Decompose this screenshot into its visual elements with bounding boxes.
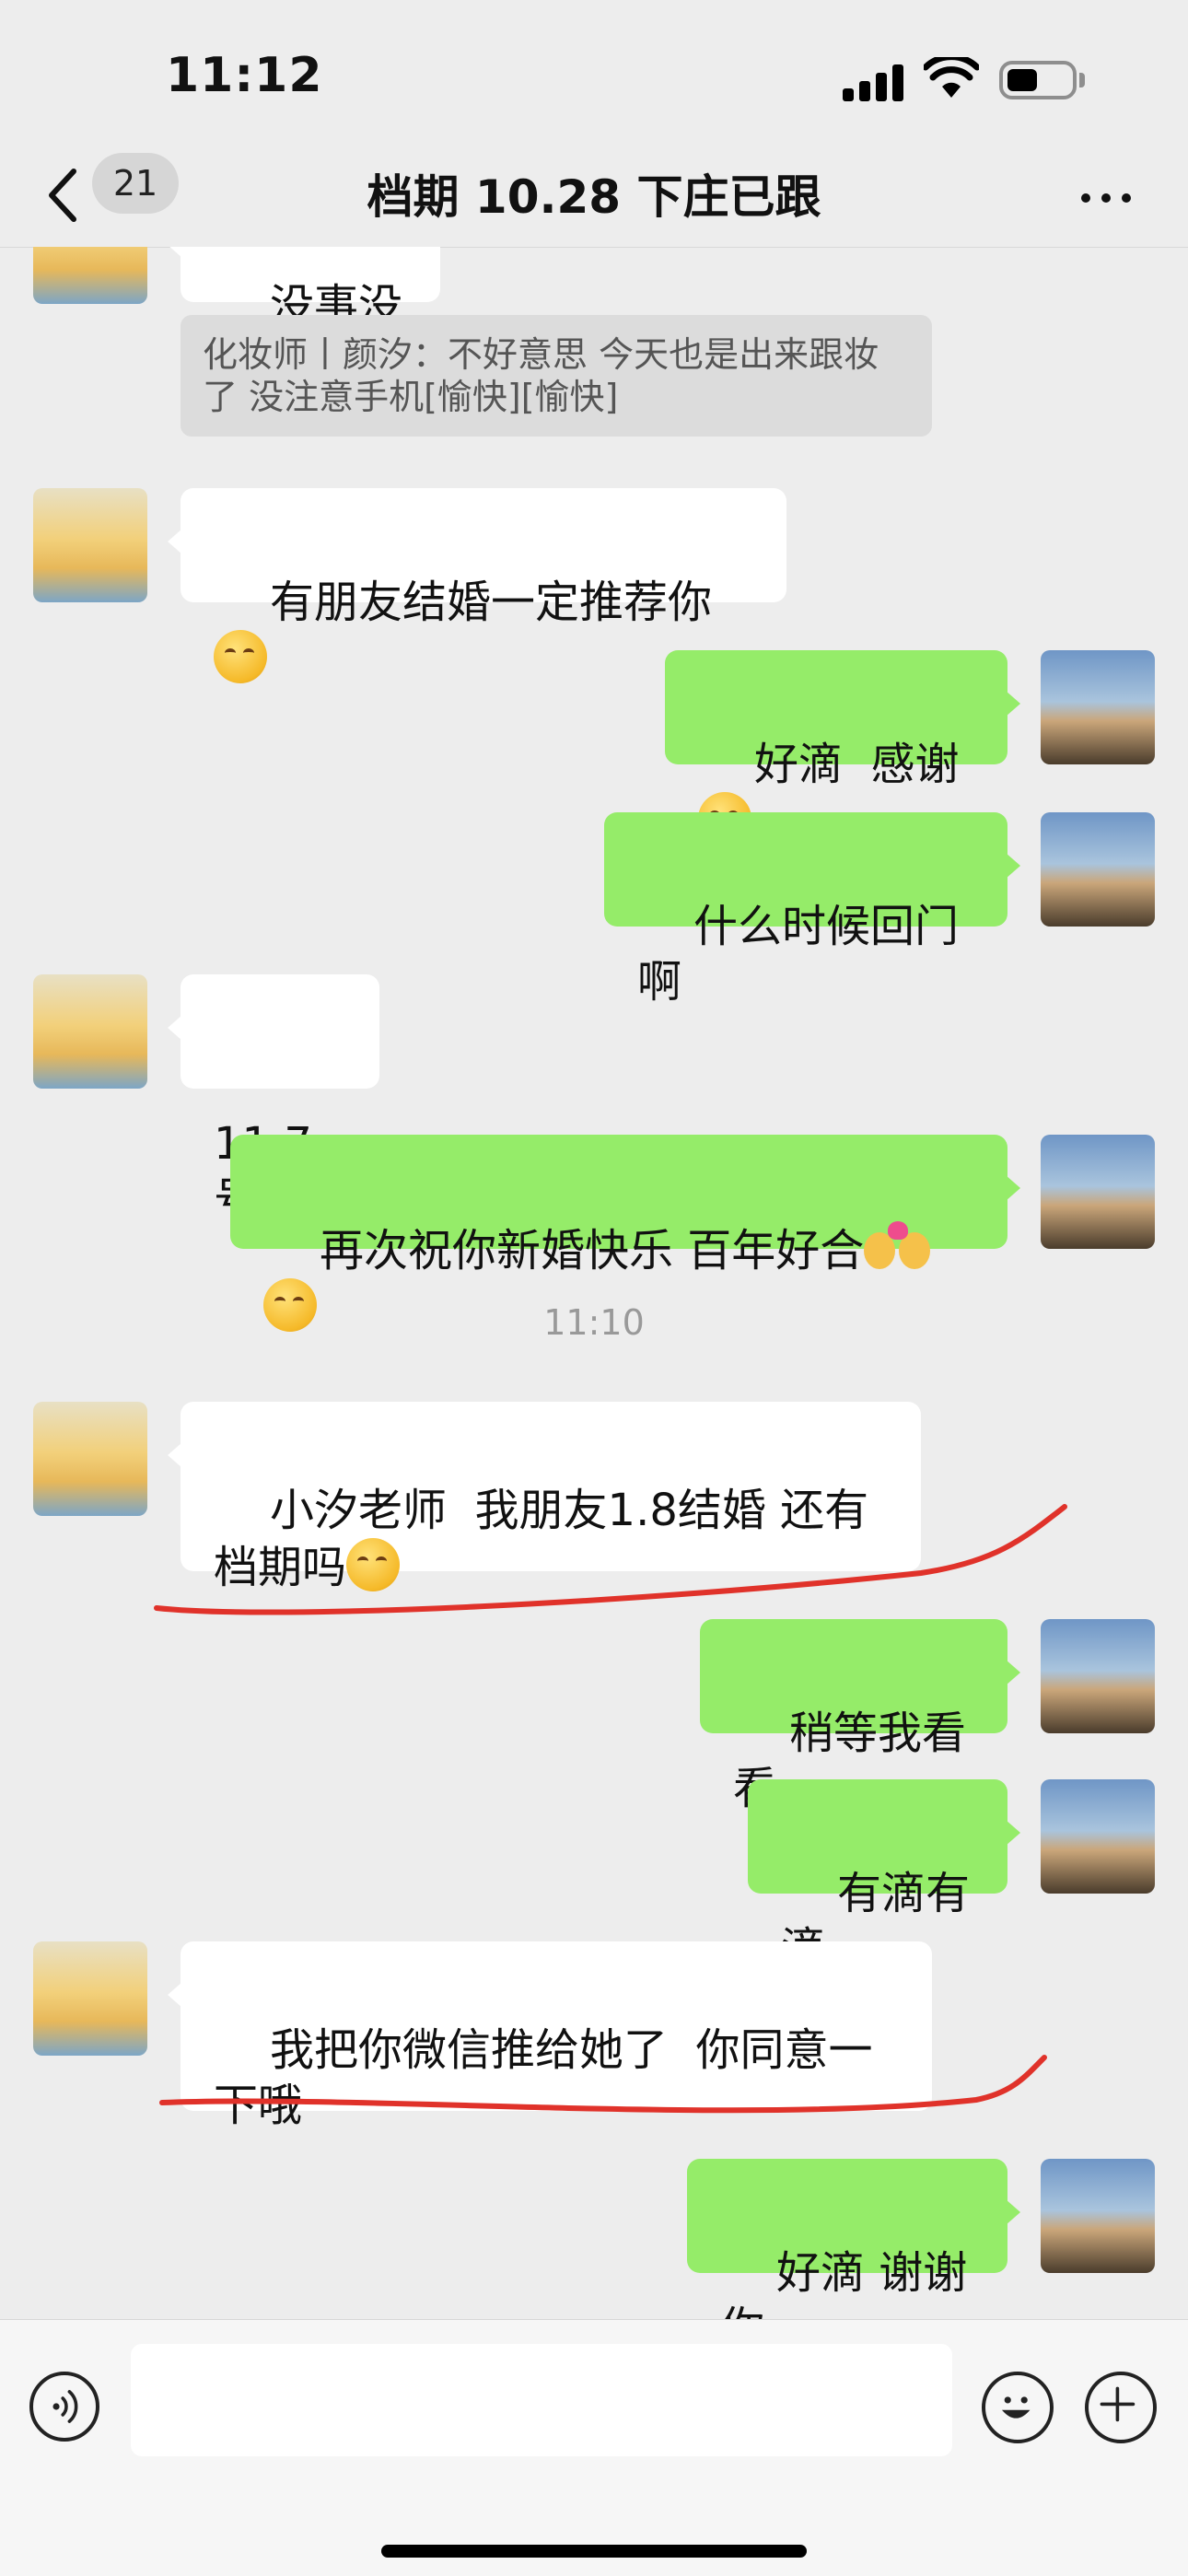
my-avatar[interactable] [1041,2159,1155,2273]
message-bubble-outgoing[interactable]: 再次祝你新婚快乐 百年好合 [230,1135,1020,1332]
friend-avatar[interactable] [33,1941,147,2056]
message-bubble-incoming[interactable]: 有朋友结婚一定推荐你 [168,488,786,683]
input-bar [0,2319,1188,2576]
chat-title: 档期 10.28 下庄已跟 [367,170,821,224]
my-avatar[interactable] [1041,650,1155,764]
message-bubble-outgoing[interactable]: 稍等我看看 [700,1619,1020,1814]
wifi-icon [924,57,979,98]
chat-header: 档期 10.28 下庄已跟 [0,147,1188,248]
message-bubble-incoming[interactable]: 我把你微信推给她了 你同意一下哦 [168,1941,932,2131]
cellular-signal-icon [843,64,907,101]
my-avatar[interactable] [1041,1779,1155,1894]
more-options-icon[interactable] [1074,181,1138,214]
voice-input-icon[interactable] [29,2372,99,2442]
kiss-couple-emoji-icon [864,1221,931,1275]
friend-avatar[interactable] [33,1402,147,1516]
friend-avatar[interactable] [33,488,147,602]
my-avatar[interactable] [1041,1135,1155,1249]
message-bubble-outgoing[interactable]: 好滴 谢谢你 [687,2159,1020,2319]
thinking-face-emoji-icon [346,1538,401,1591]
message-bubble-incoming[interactable]: 没事没事 [168,247,440,387]
my-avatar[interactable] [1041,812,1155,927]
plus-more-icon[interactable] [1085,2372,1157,2443]
message-input[interactable] [131,2344,952,2456]
quoted-message[interactable]: 化妆师丨颜汐：不好意思 今天也是出来跟妆了 没注意手机[愉快][愉快] [181,315,932,437]
timestamp-separator: 11:10 [543,1302,645,1343]
friend-avatar[interactable] [33,247,147,304]
home-indicator [381,2545,807,2558]
message-bubble-incoming[interactable]: 小汐老师 我朋友1.8结婚 还有档期吗 [168,1402,921,1593]
my-avatar[interactable] [1041,1619,1155,1733]
message-bubble-outgoing[interactable]: 好滴 感谢 [665,650,1020,845]
emoji-picker-icon[interactable] [982,2372,1054,2443]
message-bubble-incoming[interactable]: 11.7号 [168,974,379,1225]
message-bubble-outgoing[interactable]: 什么时候回门啊 [604,812,1020,1008]
status-time: 11:12 [166,48,323,103]
battery-icon [999,61,1077,99]
friend-avatar[interactable] [33,974,147,1089]
thinking-face-emoji-icon [214,630,267,683]
message-bubble-outgoing[interactable]: 有滴有滴 [748,1779,1020,1975]
message-list[interactable]: 没事没事 化妆师丨颜汐：不好意思 今天也是出来跟妆了 没注意手机[愉快][愉快]… [0,247,1188,2319]
status-bar: 11:12 [0,0,1188,147]
unread-count-badge[interactable]: 21 [92,153,179,214]
